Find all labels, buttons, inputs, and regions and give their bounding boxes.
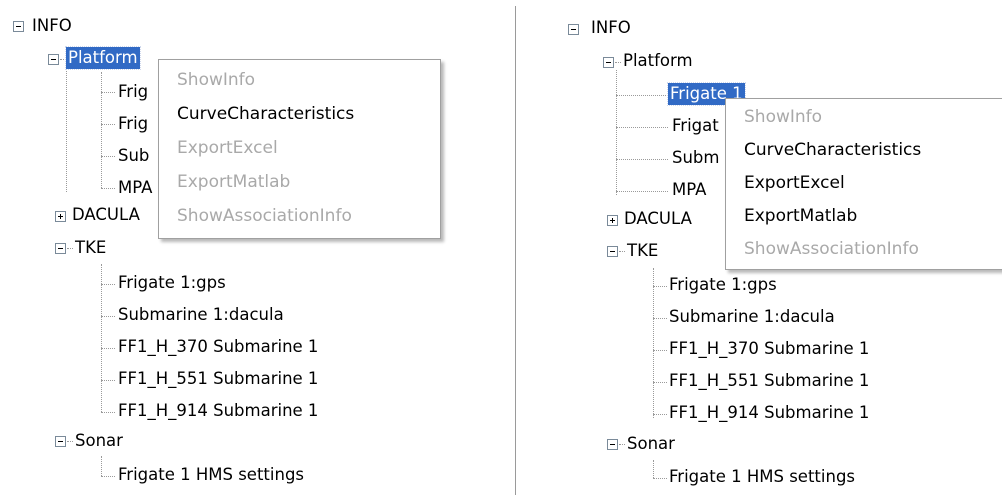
- tree-line: [653, 318, 667, 319]
- tree-panel-left: INFO Platform Frig Frig Sub MPA DACULA T…: [0, 0, 512, 495]
- tree-panel-right: INFO Platform Frigate 1 Frigat Subm MPA …: [519, 0, 1002, 495]
- tree-node-dacula[interactable]: DACULA: [70, 204, 142, 226]
- collapse-toggle[interactable]: [607, 439, 618, 450]
- tree-node-child[interactable]: Frig: [116, 113, 150, 135]
- tree-line: [653, 286, 667, 287]
- tree-line: [66, 60, 67, 192]
- tree-line: [653, 382, 667, 383]
- tree-line: [101, 380, 115, 381]
- tree-line: [101, 412, 115, 413]
- tree-line: [101, 348, 115, 349]
- tree-node-info[interactable]: INFO: [30, 15, 74, 37]
- tree-line: [653, 478, 667, 479]
- tree-node-tke[interactable]: TKE: [73, 237, 108, 259]
- context-menu: ShowInfo CurveCharacteristics ExportExce…: [725, 98, 1002, 270]
- tree-node-child[interactable]: Frigate 1 HMS settings: [116, 464, 306, 486]
- tree-node-child[interactable]: FF1_H_370 Submarine 1: [116, 336, 320, 358]
- tree-node-tke[interactable]: TKE: [625, 240, 660, 262]
- collapse-toggle[interactable]: [603, 57, 614, 68]
- tree-line: [101, 264, 102, 412]
- tree-line: [101, 284, 115, 285]
- tree-node-child[interactable]: MPA: [116, 177, 154, 199]
- tree-line: [653, 268, 654, 418]
- tree-line: [653, 460, 654, 478]
- tree-node-child[interactable]: Frigate 1 HMS settings: [667, 466, 857, 488]
- tree-node-platform[interactable]: Platform: [621, 50, 695, 72]
- tree-line: [616, 159, 668, 160]
- tree-node-info[interactable]: INFO: [589, 17, 633, 39]
- context-menu: ShowInfo CurveCharacteristics ExportExce…: [158, 59, 441, 239]
- collapse-toggle[interactable]: [568, 24, 579, 35]
- tree-line: [101, 156, 115, 157]
- tree-node-child[interactable]: FF1_H_370 Submarine 1: [667, 338, 871, 360]
- menu-item-exportmatlab[interactable]: ExportMatlab: [726, 199, 1002, 233]
- tree-node-sonar[interactable]: Sonar: [625, 433, 677, 455]
- tree-node-child[interactable]: MPA: [670, 179, 708, 201]
- tree-line: [101, 188, 115, 189]
- tree-node-child[interactable]: FF1_H_914 Submarine 1: [667, 402, 871, 424]
- menu-item-exportmatlab: ExportMatlab: [177, 172, 291, 192]
- tree-node-sonar[interactable]: Sonar: [73, 430, 125, 452]
- tree-line: [653, 350, 667, 351]
- tree-node-child[interactable]: FF1_H_914 Submarine 1: [116, 400, 320, 422]
- tree-node-dacula[interactable]: DACULA: [622, 208, 694, 230]
- menu-item-showinfo: ShowInfo: [177, 70, 256, 90]
- tree-node-child[interactable]: FF1_H_551 Submarine 1: [116, 368, 320, 390]
- tree-line: [101, 476, 115, 477]
- tree-line: [653, 414, 667, 415]
- tree-line: [101, 72, 102, 188]
- tree-node-child[interactable]: FF1_H_551 Submarine 1: [667, 370, 871, 392]
- menu-item-exportexcel: ExportExcel: [177, 138, 278, 158]
- menu-item-showinfo: ShowInfo: [744, 107, 823, 127]
- collapse-toggle[interactable]: [13, 21, 24, 32]
- tree-node-child[interactable]: Subm: [670, 147, 721, 169]
- tree-line: [101, 316, 115, 317]
- tree-node-child[interactable]: Frigate 1:gps: [116, 272, 228, 294]
- collapse-toggle[interactable]: [55, 243, 66, 254]
- expand-toggle[interactable]: [55, 211, 66, 222]
- tree-line: [616, 191, 668, 192]
- menu-item-showassociationinfo: ShowAssociationInfo: [177, 206, 352, 226]
- collapse-toggle[interactable]: [607, 246, 618, 257]
- tree-node-child[interactable]: Frigat: [670, 115, 721, 137]
- collapse-toggle[interactable]: [48, 54, 59, 65]
- tree-line: [616, 95, 668, 96]
- tree-line: [101, 124, 115, 125]
- menu-item-curvecharacteristics[interactable]: CurveCharacteristics: [159, 97, 440, 131]
- collapse-toggle[interactable]: [55, 436, 66, 447]
- tree-node-child[interactable]: Submarine 1:dacula: [667, 306, 837, 328]
- menu-item-curvecharacteristics[interactable]: CurveCharacteristics: [726, 133, 1002, 167]
- tree-line: [101, 92, 115, 93]
- tree-node-child[interactable]: Frig: [116, 81, 150, 103]
- tree-line: [101, 456, 102, 476]
- tree-line: [616, 127, 668, 128]
- menu-item-exportexcel[interactable]: ExportExcel: [726, 166, 1002, 200]
- tree-node-platform[interactable]: Platform: [65, 46, 141, 70]
- menu-item-showassociationinfo: ShowAssociationInfo: [744, 239, 919, 259]
- tree-node-child[interactable]: Sub: [116, 145, 151, 167]
- tree-node-child[interactable]: Submarine 1:dacula: [116, 304, 286, 326]
- tree-line: [616, 70, 617, 195]
- tree-node-child[interactable]: Frigate 1:gps: [667, 274, 779, 296]
- expand-toggle[interactable]: [607, 215, 618, 226]
- panel-divider: [515, 6, 516, 495]
